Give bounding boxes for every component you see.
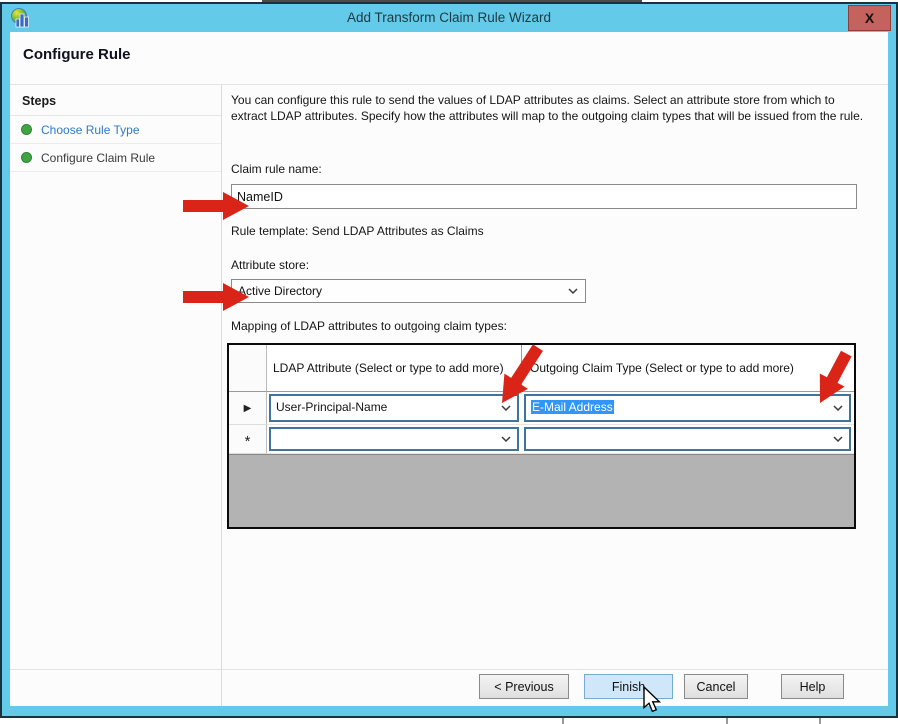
ldap-attribute-combo-row1[interactable]: User-Principal-Name [269, 394, 519, 422]
steps-sidebar: Steps Choose Rule Type Configure Claim R… [10, 85, 222, 706]
attribute-store-dropdown[interactable]: Active Directory [231, 279, 586, 303]
claim-rule-name-input[interactable] [231, 184, 857, 209]
wizard-dialog: Add Transform Claim Rule Wizard X Config… [0, 2, 898, 718]
finish-button[interactable]: Finish [584, 674, 673, 699]
steps-header: Steps [10, 85, 221, 116]
row-selector-current: ▶ [229, 392, 267, 425]
row-selector-header [229, 345, 267, 392]
table-empty-area [229, 454, 854, 527]
previous-button[interactable]: < Previous [479, 674, 569, 699]
background-window-fragment [819, 718, 821, 724]
sidebar-item-choose-rule-type[interactable]: Choose Rule Type [10, 116, 221, 144]
rule-template-text: Rule template: Send LDAP Attributes as C… [231, 224, 484, 238]
help-button[interactable]: Help [781, 674, 844, 699]
rule-description-text: You can configure this rule to send the … [231, 93, 865, 124]
claim-rule-name-label: Claim rule name: [231, 162, 322, 176]
chevron-down-icon [501, 405, 511, 411]
background-window-fragment [562, 718, 564, 724]
row-selector-new: * [229, 425, 267, 454]
step-complete-dot-icon [21, 152, 32, 163]
table-cell [522, 425, 854, 454]
attribute-store-label: Attribute store: [231, 258, 309, 272]
attribute-store-value: Active Directory [238, 284, 322, 298]
chevron-down-icon [833, 436, 843, 442]
page-title: Configure Rule [23, 46, 131, 63]
step-label: Configure Claim Rule [41, 151, 155, 165]
step-label: Choose Rule Type [41, 123, 140, 137]
sidebar-item-configure-claim-rule[interactable]: Configure Claim Rule [10, 144, 221, 172]
table-cell: User-Principal-Name [267, 392, 522, 425]
outgoing-claim-type-combo-row2[interactable] [524, 427, 851, 451]
ldap-attribute-combo-row2[interactable] [269, 427, 519, 451]
window-title: Add Transform Claim Rule Wizard [2, 4, 896, 32]
wizard-content: Configure Rule Steps Choose Rule Type Co… [10, 32, 888, 706]
titlebar[interactable]: Add Transform Claim Rule Wizard X [2, 4, 896, 32]
outgoing-claim-type-combo-row1[interactable]: E-Mail Address [524, 394, 851, 422]
step-complete-dot-icon [21, 124, 32, 135]
outgoing-claim-type-value: E-Mail Address [531, 400, 614, 414]
close-button[interactable]: X [848, 5, 891, 31]
mapping-label: Mapping of LDAP attributes to outgoing c… [231, 319, 507, 333]
ldap-mapping-table: LDAP Attribute (Select or type to add mo… [227, 343, 856, 529]
column-header-outgoing-claim-type: Outgoing Claim Type (Select or type to a… [522, 345, 854, 392]
cancel-button[interactable]: Cancel [684, 674, 748, 699]
column-header-ldap-attribute: LDAP Attribute (Select or type to add mo… [267, 345, 522, 392]
table-cell [267, 425, 522, 454]
chevron-down-icon [568, 288, 578, 294]
table-cell: E-Mail Address [522, 392, 854, 425]
chevron-down-icon [833, 405, 843, 411]
current-row-arrow-icon: ▶ [244, 403, 252, 414]
background-window-fragment [726, 718, 728, 724]
chevron-down-icon [501, 436, 511, 442]
new-row-asterisk-icon: * [245, 438, 251, 446]
ldap-attribute-value: User-Principal-Name [276, 400, 387, 414]
footer-divider [10, 669, 888, 670]
